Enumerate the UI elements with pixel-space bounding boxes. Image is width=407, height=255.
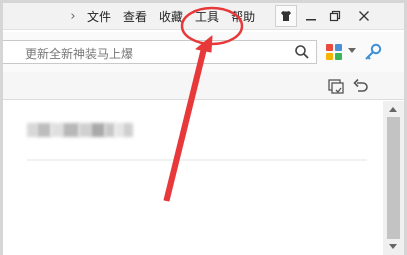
close-icon — [359, 11, 369, 21]
search-input[interactable]: 更新全新神装马上爆 — [25, 45, 133, 62]
close-button[interactable] — [347, 5, 381, 27]
title-bar: › 文件 查看 收藏 工具 帮助 — [3, 3, 404, 30]
blurred-text — [27, 123, 133, 137]
restore-icon — [329, 10, 341, 22]
menu-bar: › 文件 查看 收藏 工具 帮助 — [66, 6, 267, 26]
scrollbar-thumb[interactable] — [387, 117, 400, 239]
page-content — [3, 101, 383, 255]
menu-item-tools[interactable]: 工具 — [195, 8, 219, 25]
address-toolbar: 更新全新神装马上爆 — [3, 32, 404, 72]
window-controls — [275, 5, 381, 27]
secondary-toolbar — [3, 72, 404, 100]
menu-item-favorites[interactable]: 收藏 — [159, 8, 183, 25]
scroll-down-icon[interactable] — [389, 244, 397, 249]
undo-icon[interactable] — [352, 77, 370, 95]
vertical-scrollbar[interactable] — [383, 101, 404, 255]
divider — [27, 159, 367, 161]
minimize-icon — [306, 19, 316, 21]
search-icon[interactable] — [294, 44, 310, 60]
apps-dropdown-icon[interactable] — [348, 48, 356, 53]
skin-button[interactable] — [275, 5, 297, 27]
shirt-icon — [281, 11, 291, 21]
minimize-button[interactable] — [299, 5, 323, 27]
search-box[interactable]: 更新全新神装马上爆 — [3, 40, 317, 64]
browser-window: › 文件 查看 收藏 工具 帮助 更新全新神装马上爆 — [0, 0, 407, 255]
menu-item-view[interactable]: 查看 — [123, 8, 147, 25]
scroll-up-icon[interactable] — [389, 107, 397, 112]
menu-item-file[interactable]: 文件 — [87, 8, 111, 25]
key-icon[interactable] — [363, 42, 383, 62]
screenshot-icon[interactable] — [327, 77, 345, 95]
menu-item-help[interactable]: 帮助 — [231, 8, 255, 25]
chevron-right-icon[interactable]: › — [66, 9, 80, 24]
apps-icon[interactable] — [326, 44, 342, 60]
restore-button[interactable] — [323, 5, 347, 27]
